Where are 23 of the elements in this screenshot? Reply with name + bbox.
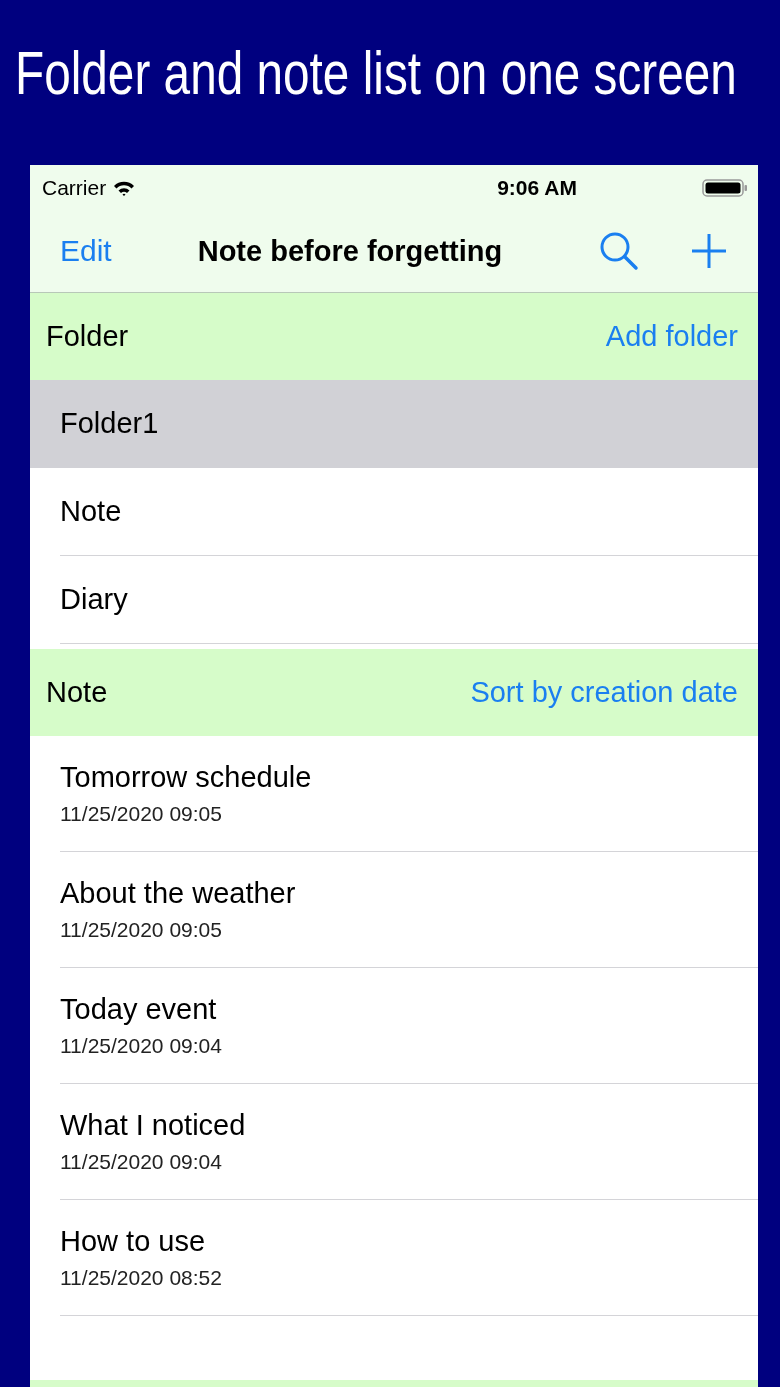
note-date: 11/25/2020 08:52 (60, 1266, 222, 1290)
carrier-label: Carrier (42, 175, 107, 200)
note-date: 11/25/2020 09:05 (60, 802, 222, 826)
note-title[interactable]: What I noticed (60, 1109, 246, 1142)
section-title: Note (46, 676, 108, 709)
nav-title: Note before forgetting (197, 234, 504, 268)
search-icon[interactable] (598, 230, 640, 272)
note-date: 11/25/2020 09:04 (60, 1034, 222, 1058)
status-time: 9:06 AM (496, 175, 578, 200)
note-title[interactable]: About the weather (60, 877, 296, 910)
banner-title: Folder and note list on one screen (15, 37, 737, 109)
note-date: 11/25/2020 09:04 (60, 1150, 222, 1174)
note-title[interactable]: How to use (60, 1225, 206, 1258)
note-date: 11/25/2020 09:05 (60, 918, 222, 942)
note-title[interactable]: Today event (60, 993, 217, 1026)
add-icon[interactable] (690, 232, 728, 270)
edit-button[interactable]: Edit (60, 234, 112, 268)
folder-row[interactable]: Note (60, 468, 758, 556)
folder-row[interactable]: Folder1 (30, 380, 758, 468)
note-title[interactable]: Tomorrow schedule (60, 761, 312, 794)
battery-icon (702, 177, 748, 198)
folder-row[interactable]: Diary (60, 556, 758, 644)
section-title: Folder (46, 320, 129, 353)
